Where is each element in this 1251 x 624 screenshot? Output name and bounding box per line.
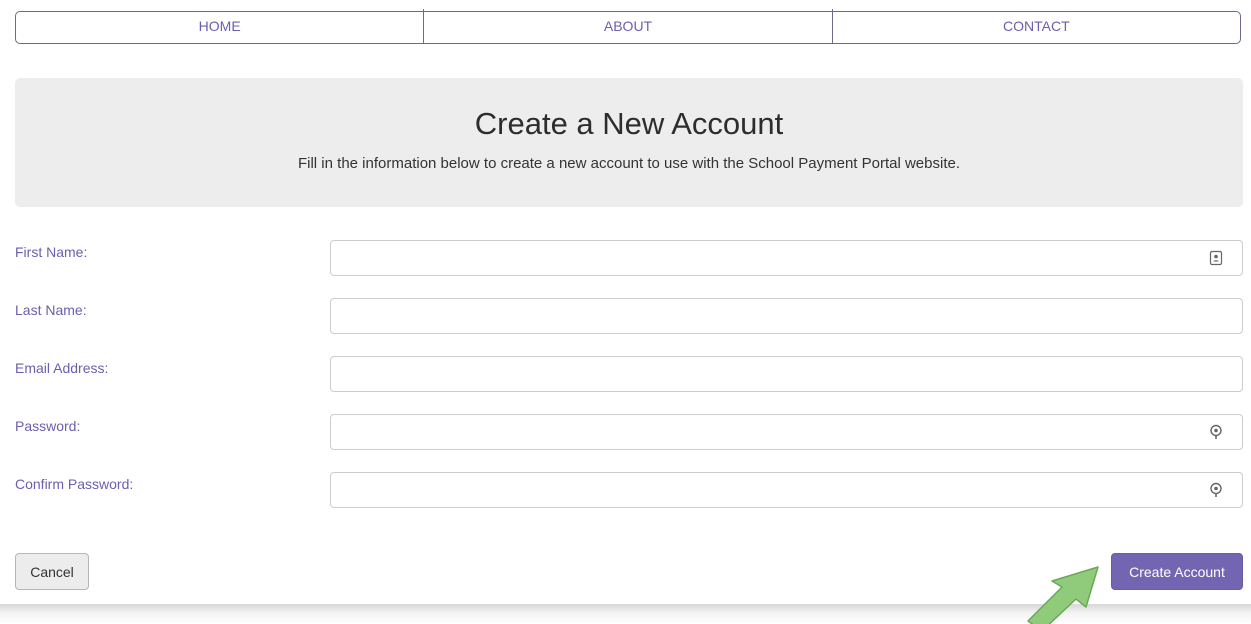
email-label: Email Address: — [15, 360, 109, 376]
password-key-icon[interactable] — [1209, 424, 1223, 440]
first-name-label: First Name: — [15, 244, 88, 260]
last-name-label: Last Name: — [15, 302, 87, 318]
nav-home[interactable]: HOME — [16, 9, 423, 43]
email-field[interactable] — [330, 356, 1243, 392]
password-label: Password: — [15, 418, 81, 434]
page-subtitle: Fill in the information below to create … — [297, 155, 960, 172]
first-name-field[interactable] — [330, 240, 1243, 276]
last-name-field[interactable] — [330, 298, 1243, 334]
contact-card-icon[interactable] — [1209, 250, 1223, 266]
page-header: Create a New Account Fill in the informa… — [15, 78, 1243, 207]
cancel-button[interactable]: Cancel — [15, 553, 89, 590]
password-row: Password: — [15, 414, 1243, 450]
last-name-row: Last Name: — [15, 298, 1243, 334]
page-title: Create a New Account — [474, 106, 784, 141]
create-account-button[interactable]: Create Account — [1111, 553, 1243, 590]
nav-about[interactable]: ABOUT — [423, 9, 831, 43]
email-row: Email Address: — [15, 356, 1243, 392]
nav-contact[interactable]: CONTACT — [831, 9, 1240, 43]
page: HOME ABOUT CONTACT Create a New Account … — [0, 0, 1251, 604]
first-name-row: First Name: — [15, 240, 1243, 276]
password-key-icon[interactable] — [1209, 482, 1223, 498]
confirm-password-field[interactable] — [330, 472, 1243, 508]
confirm-password-row: Confirm Password: — [15, 472, 1243, 508]
pointer-arrow-icon — [1027, 566, 1099, 624]
password-field[interactable] — [330, 414, 1243, 450]
top-nav: HOME ABOUT CONTACT — [15, 9, 1241, 44]
confirm-password-label: Confirm Password: — [15, 476, 134, 492]
